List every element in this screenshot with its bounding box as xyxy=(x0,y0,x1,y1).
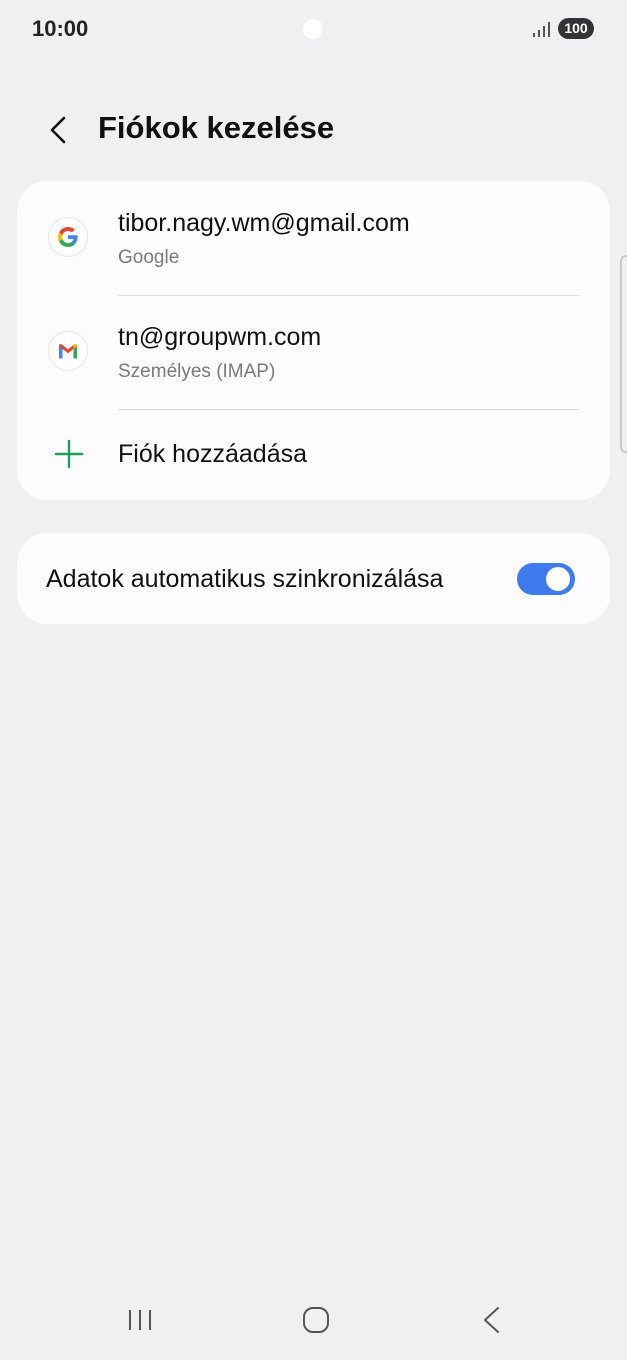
plus-icon xyxy=(54,439,84,469)
signal-bars-icon xyxy=(533,22,550,37)
google-icon xyxy=(49,218,87,256)
account-email: tibor.nagy.wm@gmail.com xyxy=(118,209,410,237)
screen: 10:00 100 Fiókok kezelése tibor.nagy.wm@… xyxy=(0,0,627,1360)
back-icon xyxy=(484,1307,499,1333)
app-header: Fiókok kezelése xyxy=(0,100,627,160)
auto-sync-card: Adatok automatikus szinkronizálása xyxy=(17,533,610,624)
auto-sync-label: Adatok automatikus szinkronizálása xyxy=(46,565,444,593)
battery-level: 100 xyxy=(558,18,594,39)
home-button[interactable] xyxy=(291,1298,341,1342)
recents-icon xyxy=(129,1310,151,1330)
gmail-icon xyxy=(49,332,87,370)
account-type: Személyes (IMAP) xyxy=(118,361,276,382)
auto-sync-toggle[interactable] xyxy=(517,563,575,595)
nav-back-button[interactable] xyxy=(466,1298,516,1342)
toggle-knob xyxy=(546,567,570,591)
home-icon xyxy=(303,1307,329,1333)
status-bar: 10:00 100 xyxy=(0,0,627,60)
account-row-google[interactable]: tibor.nagy.wm@gmail.com Google xyxy=(17,181,610,295)
status-time: 10:00 xyxy=(32,16,89,41)
account-row-imap[interactable]: tn@groupwm.com Személyes (IMAP) xyxy=(17,295,610,409)
page-title: Fiókok kezelése xyxy=(98,110,335,145)
navigation-bar xyxy=(0,1280,627,1360)
accounts-card: tibor.nagy.wm@gmail.com Google tn@groupw… xyxy=(17,181,610,500)
add-account-button[interactable]: Fiók hozzáadása xyxy=(17,409,610,500)
camera-cutout xyxy=(303,19,323,39)
account-type: Google xyxy=(118,247,180,268)
back-button[interactable] xyxy=(38,108,78,152)
add-account-label: Fiók hozzáadása xyxy=(118,440,308,468)
account-email: tn@groupwm.com xyxy=(118,323,322,351)
recents-button[interactable] xyxy=(115,1298,165,1342)
chevron-left-icon xyxy=(50,116,66,144)
edge-panel-handle[interactable] xyxy=(620,255,627,453)
